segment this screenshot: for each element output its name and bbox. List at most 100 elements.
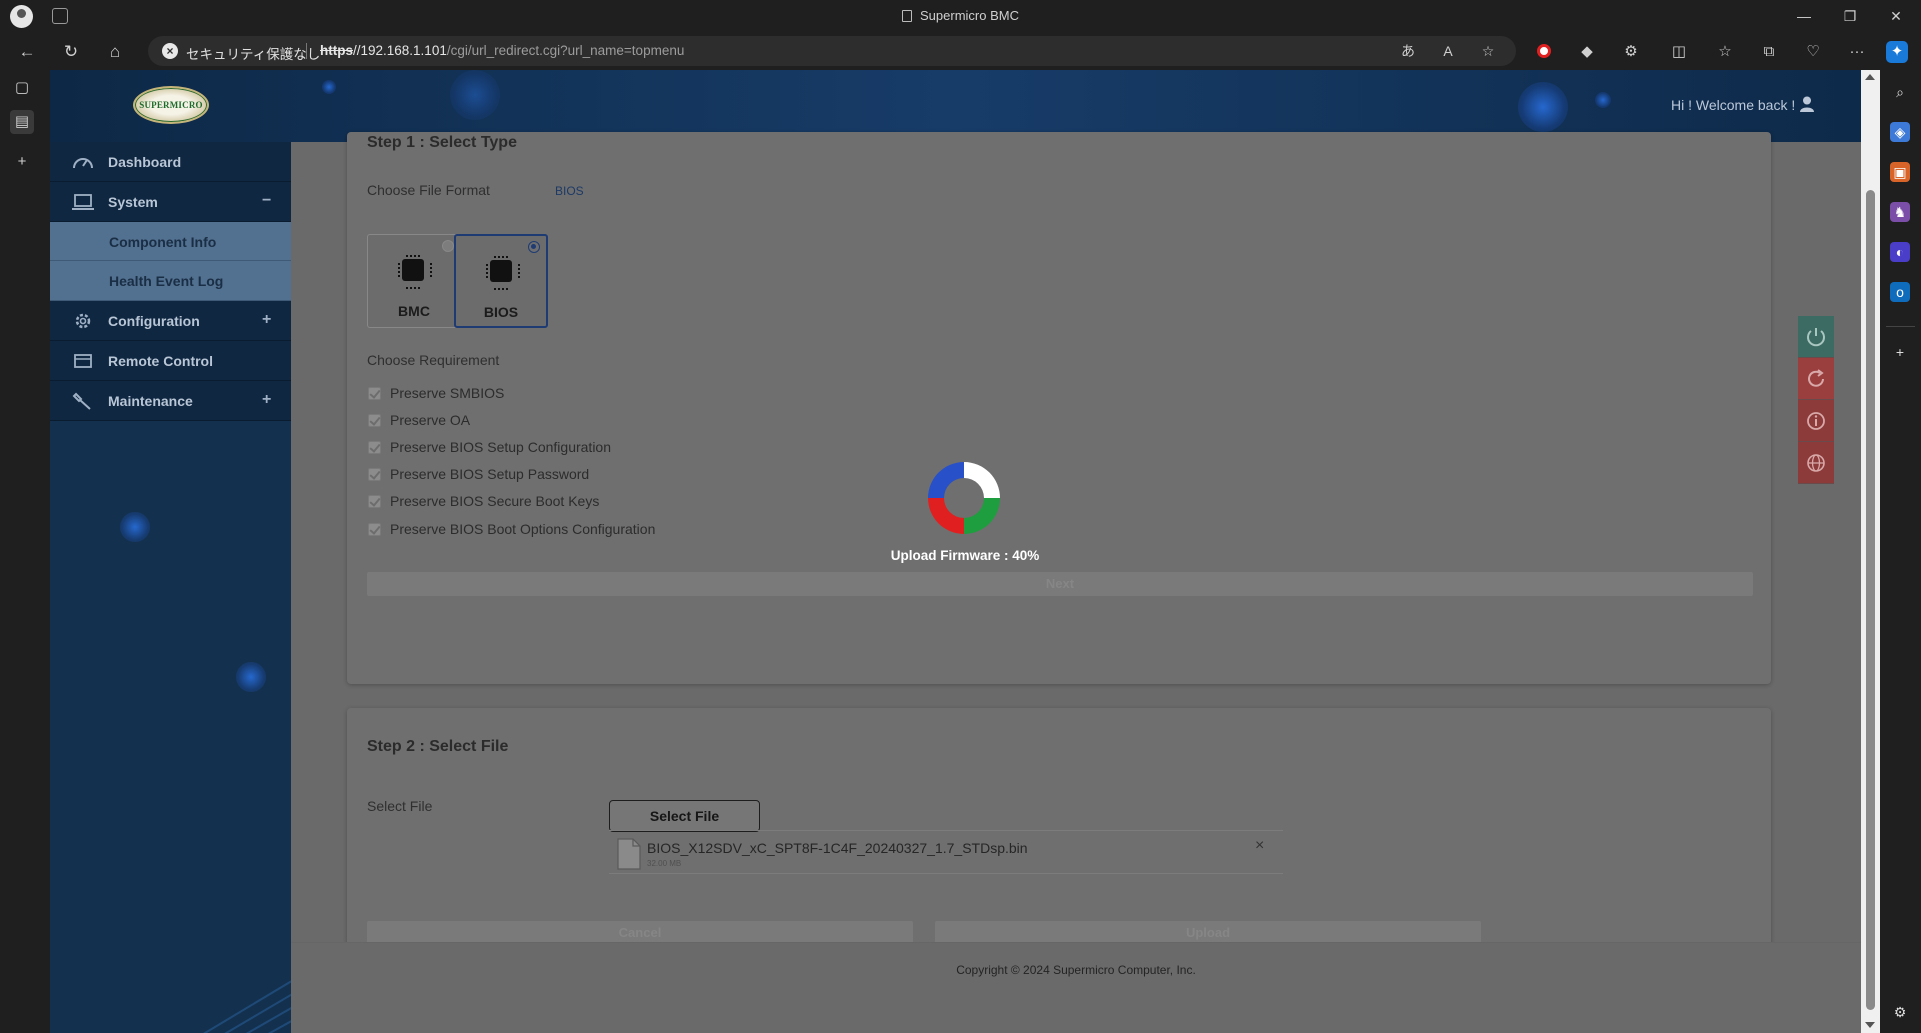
sidebar-m365-icon[interactable]: ◐ [1890, 242, 1910, 262]
sidebar-item-maintenance[interactable]: Maintenance + [50, 381, 291, 421]
supermicro-logo[interactable]: SUPERMICRO [133, 86, 209, 124]
back-icon[interactable]: ← [16, 41, 38, 63]
sidebar-settings-icon[interactable]: ⚙ [1890, 1002, 1910, 1022]
gear-icon [75, 313, 91, 329]
select-file-button[interactable]: Select File [609, 800, 760, 832]
requirement-label-text: Preserve BIOS Setup Password [390, 466, 590, 482]
favorite-star-icon[interactable]: ☆ [1478, 41, 1498, 61]
url-path: /cgi/url_redirect.cgi?url_name=topmenu [446, 43, 685, 58]
requirement-label-text: Preserve BIOS Boot Options Configuration [390, 521, 656, 537]
favorites-icon[interactable]: ☆ [1714, 41, 1736, 63]
upload-progress-text: Upload Firmware : 40% [890, 548, 1040, 563]
copyright-text: Copyright © 2024 Supermicro Computer, In… [956, 963, 1196, 977]
step1-title: Step 1 : Select Type [367, 134, 517, 151]
requirement-label-text: Preserve BIOS Secure Boot Keys [390, 493, 600, 509]
sidebar-item-health-event-log[interactable]: Health Event Log [50, 261, 291, 301]
home-icon[interactable]: ⌂ [104, 41, 126, 63]
browser-essentials-icon[interactable]: ♡ [1802, 41, 1824, 63]
checkbox-check-icon[interactable] [368, 441, 381, 454]
sidebar-item-remote-control[interactable]: Remote Control [50, 341, 291, 381]
close-window-button[interactable]: ✕ [1886, 6, 1906, 26]
tab-actions-icon[interactable]: ▢ [10, 76, 34, 100]
type-option-bmc[interactable]: BMC [367, 234, 461, 328]
split-screen-icon[interactable]: ◫ [1668, 41, 1690, 63]
spinner-segment [928, 462, 964, 498]
sidebar-tools-icon[interactable]: ▣ [1890, 162, 1910, 182]
step2-card: Step 2 : Select File Select File Select … [347, 708, 1771, 974]
next-button[interactable]: Next [367, 572, 1753, 596]
expand-icon[interactable]: + [262, 391, 271, 409]
translate-icon[interactable]: あ [1398, 41, 1418, 61]
sidebar-search-icon[interactable]: ⌕ [1890, 82, 1910, 102]
sidebar-item-label: Maintenance [108, 393, 193, 409]
sidebar-item-component-info[interactable]: Component Info [50, 222, 291, 261]
security-status[interactable]: セキュリティ保護なし [186, 43, 320, 63]
minimize-button[interactable]: — [1794, 6, 1814, 26]
chip-icon [398, 255, 432, 289]
collections-icon[interactable]: ⧉ [1758, 41, 1780, 63]
type-option-bios[interactable]: BIOS [454, 234, 548, 328]
checkbox-check-icon[interactable] [368, 468, 381, 481]
bios-radio[interactable] [528, 241, 540, 253]
globe-icon [1807, 454, 1825, 472]
sidebar-item-system[interactable]: System − [50, 182, 291, 222]
copilot-icon[interactable]: ✦ [1886, 41, 1908, 63]
bmc-radio[interactable] [442, 240, 454, 252]
active-tab-icon[interactable]: ▤ [10, 110, 34, 134]
sidebar-item-label: Dashboard [108, 154, 182, 170]
checkbox-check-icon[interactable] [368, 523, 381, 536]
scroll-thumb[interactable] [1866, 190, 1875, 1010]
page-scrollbar[interactable] [1861, 70, 1880, 1033]
requirement-label: Choose Requirement [367, 352, 500, 368]
refresh-icon[interactable]: ↻ [60, 41, 82, 63]
collapse-icon[interactable]: − [262, 192, 271, 210]
window-title: Supermicro BMC [0, 8, 1921, 23]
power-control-panel [1798, 316, 1834, 494]
record-icon[interactable] [1533, 41, 1555, 63]
type-option-label: BIOS [483, 304, 519, 320]
checkbox-check-icon[interactable] [368, 495, 381, 508]
extensions-puzzle-icon[interactable]: ⚙ [1620, 41, 1642, 63]
read-aloud-icon[interactable]: A [1438, 41, 1458, 61]
decor-stripes [203, 980, 291, 1033]
sidebar-outlook-icon[interactable]: o [1890, 282, 1910, 302]
checkbox-check-icon[interactable] [368, 414, 381, 427]
sidebar-item-configuration[interactable]: Configuration + [50, 301, 291, 341]
selected-file-row: BIOS_X12SDV_xC_SPT8F-1C4F_20240327_1.7_S… [609, 830, 1283, 874]
url-host: //192.168.1.101 [353, 43, 447, 58]
scroll-up-icon[interactable] [1865, 74, 1875, 80]
sidebar-divider [1886, 326, 1915, 327]
page-doc-icon [902, 10, 913, 22]
more-menu-icon[interactable]: ··· [1846, 41, 1868, 63]
reset-button[interactable] [1798, 358, 1834, 400]
expand-icon[interactable]: + [262, 311, 271, 329]
address-bar[interactable]: × セキュリティ保護なし https//192.168.1.101/cgi/ur… [148, 36, 1516, 66]
decor-bubble [450, 70, 500, 120]
language-button[interactable] [1798, 442, 1834, 484]
loading-spinner-icon [928, 462, 1000, 534]
sidebar-item-dashboard[interactable]: Dashboard [50, 142, 291, 182]
checkbox-check-icon[interactable] [368, 387, 381, 400]
new-tab-icon[interactable]: + [10, 150, 34, 174]
restore-button[interactable]: ❐ [1840, 6, 1860, 26]
page-viewport: SUPERMICRO Hi ! Welcome back ! Dashboard… [50, 70, 1861, 1033]
scroll-down-icon[interactable] [1865, 1022, 1875, 1028]
not-secure-icon[interactable]: × [162, 43, 178, 59]
user-icon[interactable] [1800, 96, 1814, 112]
url-text[interactable]: https//192.168.1.101/cgi/url_redirect.cg… [320, 43, 684, 58]
extension-game-icon[interactable]: ◆ [1576, 41, 1598, 63]
requirement-label-text: Preserve OA [390, 412, 471, 428]
power-icon [1807, 328, 1825, 347]
power-button[interactable] [1798, 316, 1834, 358]
sidebar-shopping-icon[interactable]: ◈ [1890, 122, 1910, 142]
sidebar-item-label: Health Event Log [109, 273, 224, 289]
spinner-segment [964, 462, 1000, 498]
wrench-icon [72, 392, 91, 410]
info-button[interactable] [1798, 400, 1834, 442]
sidebar-games-icon[interactable]: ♞ [1890, 202, 1910, 222]
spinner-segment [964, 498, 1000, 534]
file-icon [617, 838, 641, 870]
remove-file-icon[interactable]: × [1255, 837, 1264, 855]
sidebar-add-icon[interactable]: + [1890, 342, 1910, 362]
laptop-icon [72, 194, 94, 210]
